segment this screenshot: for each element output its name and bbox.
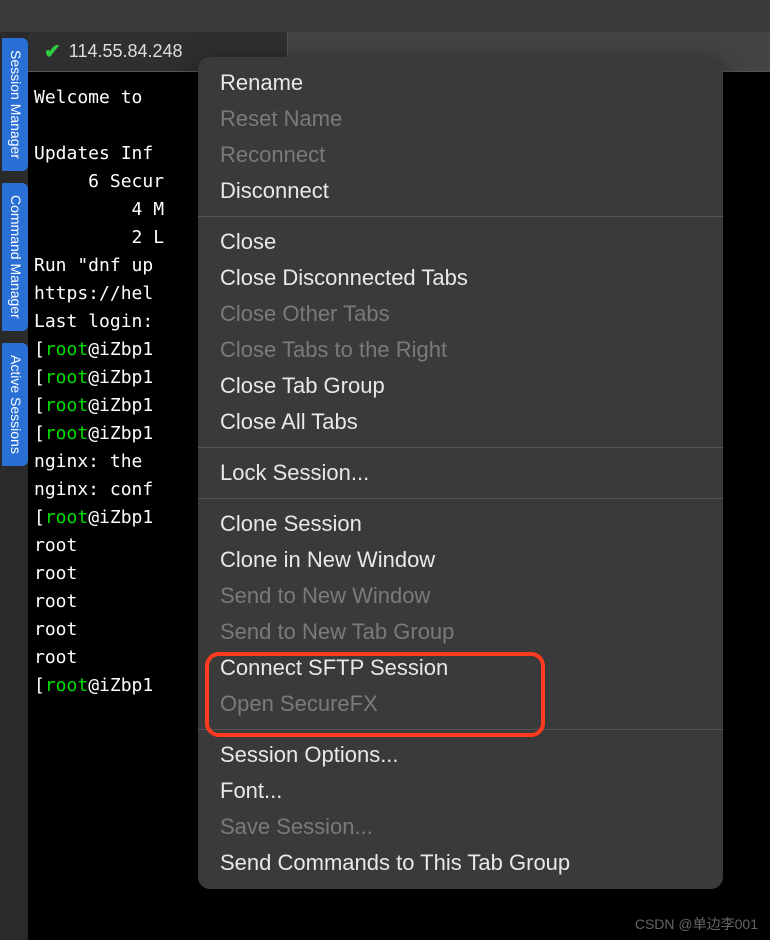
menu-session-options[interactable]: Session Options... — [198, 737, 723, 773]
menu-save-session: Save Session... — [198, 809, 723, 845]
menu-separator — [198, 447, 723, 448]
menu-send-new-window: Send to New Window — [198, 578, 723, 614]
menu-rename[interactable]: Rename — [198, 65, 723, 101]
menu-send-commands-group[interactable]: Send Commands to This Tab Group — [198, 845, 723, 881]
menu-reconnect: Reconnect — [198, 137, 723, 173]
menu-reset-name: Reset Name — [198, 101, 723, 137]
menu-close-other: Close Other Tabs — [198, 296, 723, 332]
menu-disconnect[interactable]: Disconnect — [198, 173, 723, 209]
menu-close[interactable]: Close — [198, 224, 723, 260]
side-tabs: Session Manager Command Manager Active S… — [0, 32, 28, 940]
menu-close-right: Close Tabs to the Right — [198, 332, 723, 368]
menu-close-group[interactable]: Close Tab Group — [198, 368, 723, 404]
menu-lock-session[interactable]: Lock Session... — [198, 455, 723, 491]
side-tab-active-sessions[interactable]: Active Sessions — [2, 343, 28, 466]
side-tab-command-manager[interactable]: Command Manager — [2, 183, 28, 331]
menu-separator — [198, 216, 723, 217]
tab-ip: 114.55.84.248 — [69, 41, 183, 62]
menu-connect-sftp[interactable]: Connect SFTP Session — [198, 650, 723, 686]
menu-send-new-tab-group: Send to New Tab Group — [198, 614, 723, 650]
menu-separator — [198, 498, 723, 499]
watermark: CSDN @单边李001 — [635, 914, 758, 934]
menu-open-securefx: Open SecureFX — [198, 686, 723, 722]
menu-font[interactable]: Font... — [198, 773, 723, 809]
window-titlebar — [0, 0, 770, 32]
side-tab-session-manager[interactable]: Session Manager — [2, 38, 28, 171]
menu-close-disconnected[interactable]: Close Disconnected Tabs — [198, 260, 723, 296]
menu-clone-new-window[interactable]: Clone in New Window — [198, 542, 723, 578]
tab-context-menu: Rename Reset Name Reconnect Disconnect C… — [198, 57, 723, 889]
menu-separator — [198, 729, 723, 730]
menu-clone-session[interactable]: Clone Session — [198, 506, 723, 542]
menu-close-all[interactable]: Close All Tabs — [198, 404, 723, 440]
connected-icon: ✔ — [44, 39, 61, 64]
